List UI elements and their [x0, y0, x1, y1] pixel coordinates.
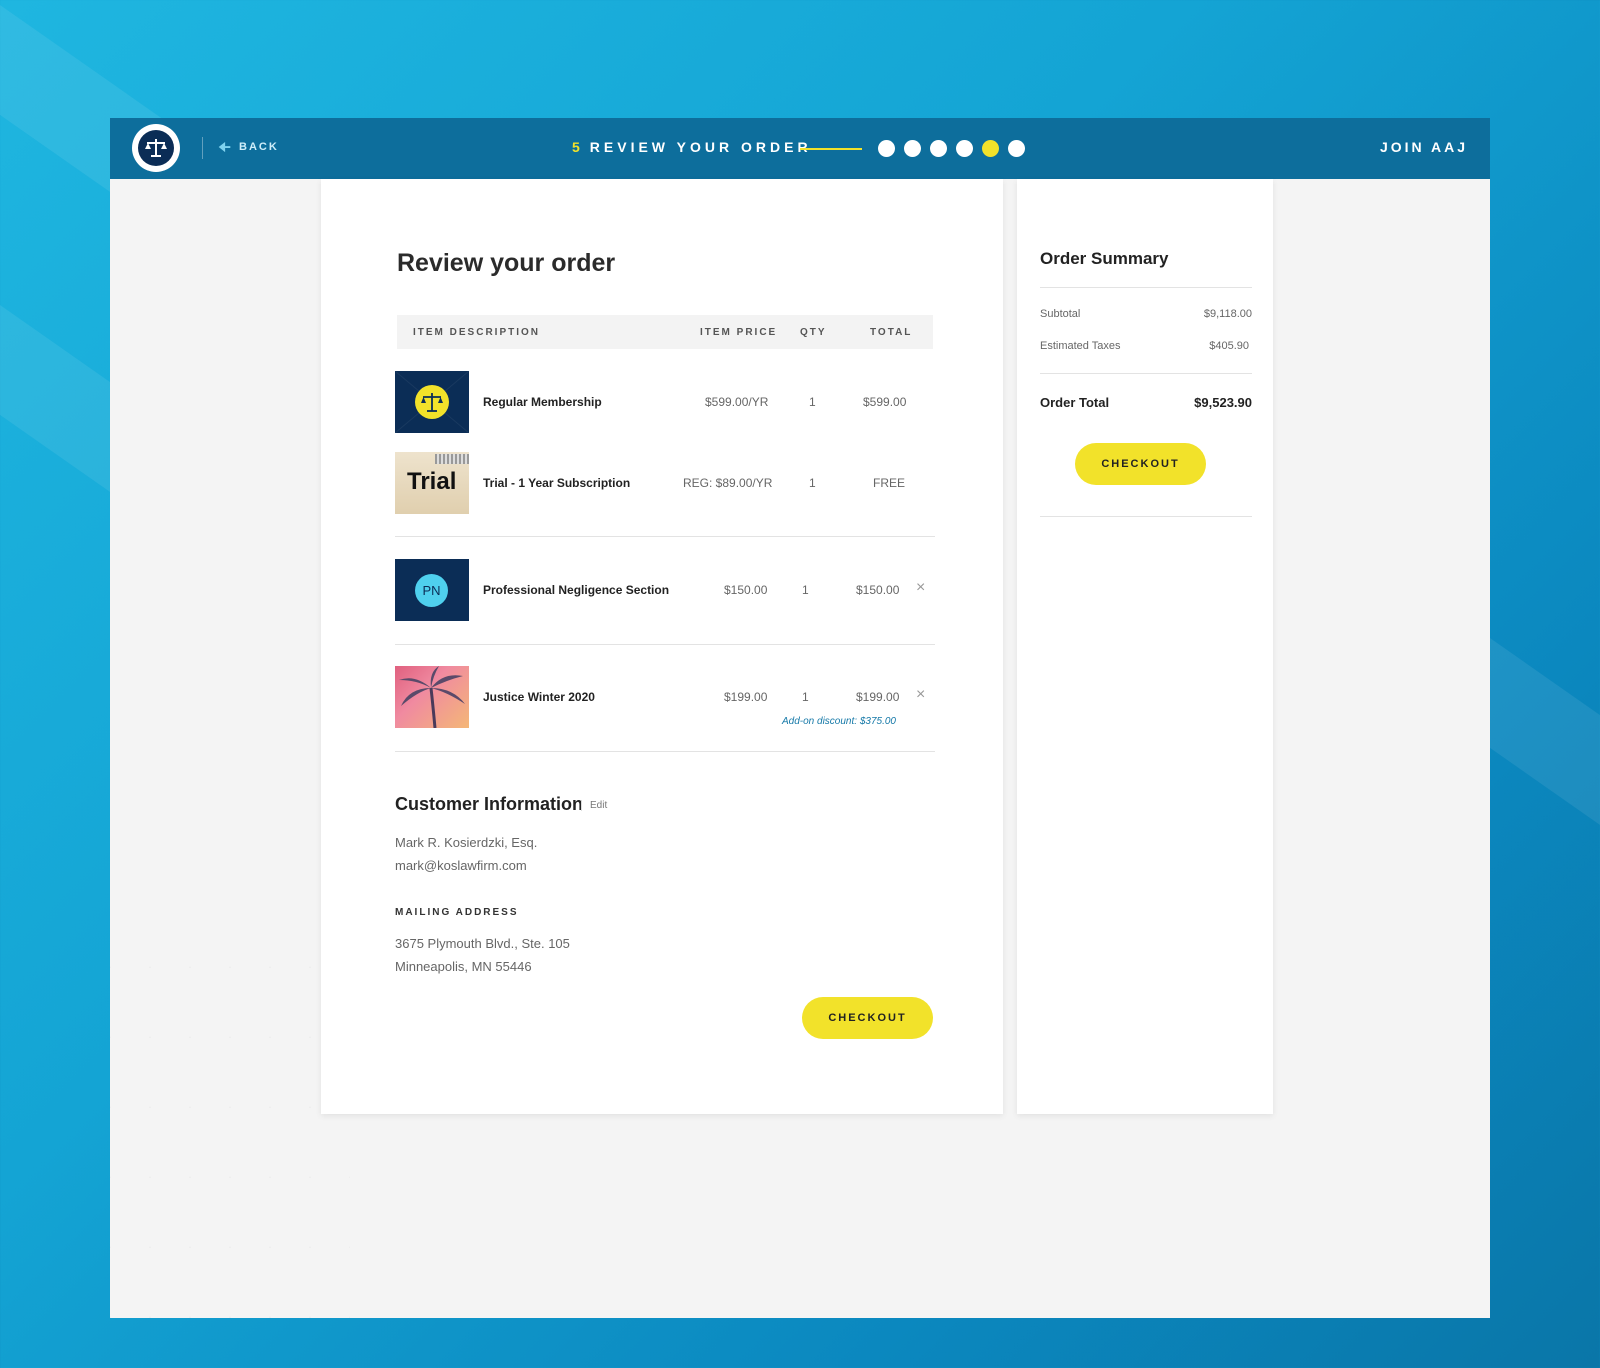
item-qty: 1	[809, 395, 816, 409]
customer-info-title: Customer Information	[395, 794, 584, 814]
subtotal-value: $9,118.00	[1203, 308, 1252, 320]
item-qty: 1	[802, 690, 809, 704]
pn-badge: PN	[415, 574, 448, 607]
progress-dot	[878, 140, 895, 157]
col-item-price: ITEM PRICE	[700, 327, 778, 338]
table-header: ITEM DESCRIPTION ITEM PRICE QTY TOTAL	[397, 315, 933, 349]
item-price: $199.00	[724, 690, 768, 704]
item-total: $599.00	[863, 395, 907, 409]
item-name: Regular Membership	[483, 395, 602, 409]
col-qty: QTY	[800, 327, 827, 338]
customer-name: Mark R. Kosierdzki, Esq.	[395, 835, 538, 850]
header-divider	[202, 137, 203, 159]
item-price: $599.00/YR	[705, 395, 769, 409]
remove-item-button[interactable]: ×	[916, 579, 925, 597]
trial-thumb: Trial	[395, 452, 469, 514]
app-window: 🠈 BACK 5 REVIEW YOUR ORDER JOIN AAJ Revie…	[110, 118, 1490, 1318]
page-title: Review your order	[397, 249, 616, 277]
progress-dot	[956, 140, 973, 157]
item-price: REG: $89.00/YR	[683, 476, 773, 490]
progress-dots	[878, 140, 1025, 157]
address-line-1: 3675 Plymouth Blvd., Ste. 105	[395, 936, 570, 951]
progress-dot	[930, 140, 947, 157]
order-panel: Review your order ITEM DESCRIPTION ITEM …	[321, 179, 1003, 1114]
trial-thumb-text: Trial	[407, 468, 457, 495]
item-name: Trial - 1 Year Subscription	[483, 476, 631, 490]
order-summary-panel: Order Summary Subtotal $9,118.00 Estimat…	[1017, 179, 1273, 1114]
item-price: $150.00	[724, 583, 768, 597]
step-line	[800, 148, 862, 150]
row-divider	[395, 751, 935, 752]
subtotal-row: Subtotal $9,118.00	[1040, 308, 1252, 320]
item-total: FREE	[873, 476, 906, 490]
step-number: 5	[572, 139, 584, 155]
subtotal-label: Subtotal	[1040, 308, 1081, 320]
table-row: Trial Trial - 1 Year Subscription REG: $…	[395, 452, 935, 514]
summary-divider	[1040, 287, 1252, 288]
item-qty: 1	[809, 476, 816, 490]
table-row: Regular Membership $599.00/YR 1 $599.00	[395, 371, 935, 433]
justice-thumb	[395, 666, 469, 728]
taxes-value: $405.90	[1209, 340, 1249, 352]
edit-customer-link[interactable]: Edit	[581, 800, 607, 811]
summary-divider	[1040, 373, 1252, 374]
checkout-button[interactable]: CHECKOUT	[802, 997, 933, 1039]
customer-email: mark@koslawfirm.com	[395, 858, 527, 873]
summary-checkout-button[interactable]: CHECKOUT	[1075, 443, 1206, 485]
progress-dot	[1008, 140, 1025, 157]
table-row: Justice Winter 2020 $199.00 1 $199.00 × …	[395, 666, 935, 728]
order-total-row: Order Total $9,523.90	[1040, 395, 1252, 410]
item-qty: 1	[802, 583, 809, 597]
item-total: $150.00	[856, 583, 900, 597]
join-aaj-link[interactable]: JOIN AAJ	[1380, 139, 1468, 155]
address-line-2: Minneapolis, MN 55446	[395, 959, 532, 974]
item-name: Justice Winter 2020	[483, 690, 595, 704]
taxes-label: Estimated Taxes	[1040, 340, 1121, 352]
row-divider	[395, 536, 935, 537]
pn-thumb: PN	[395, 559, 469, 621]
summary-divider	[1040, 516, 1252, 517]
remove-item-button[interactable]: ×	[916, 686, 925, 704]
keyboard-strip	[435, 454, 469, 464]
arrow-left-icon: 🠈	[218, 139, 232, 155]
progress-dot	[982, 140, 999, 157]
table-row: PN Professional Negligence Section $150.…	[395, 559, 935, 621]
top-bar: 🠈 BACK 5 REVIEW YOUR ORDER JOIN AAJ	[110, 118, 1490, 179]
order-total-value: $9,523.90	[1194, 395, 1252, 410]
scales-icon	[138, 130, 174, 166]
item-total: $199.00	[856, 690, 900, 704]
mailing-address-label: MAILING ADDRESS	[395, 907, 519, 918]
step-indicator: 5 REVIEW YOUR ORDER	[572, 139, 812, 155]
summary-title: Order Summary	[1040, 249, 1169, 268]
progress-dot	[904, 140, 921, 157]
item-name: Professional Negligence Section	[483, 583, 670, 597]
membership-thumb	[395, 371, 469, 433]
triangle-pattern	[110, 898, 350, 1318]
logo[interactable]	[132, 124, 180, 172]
addon-discount: Add-on discount: $375.00	[782, 716, 896, 727]
row-divider	[395, 644, 935, 645]
palm-tree-icon	[399, 666, 465, 728]
col-total: TOTAL	[870, 327, 913, 338]
taxes-row: Estimated Taxes $405.90	[1040, 340, 1252, 352]
back-label: BACK	[239, 141, 279, 153]
order-total-label: Order Total	[1040, 395, 1110, 410]
col-description: ITEM DESCRIPTION	[413, 327, 541, 338]
back-button[interactable]: 🠈 BACK	[218, 140, 279, 154]
step-label: REVIEW YOUR ORDER	[589, 139, 812, 155]
